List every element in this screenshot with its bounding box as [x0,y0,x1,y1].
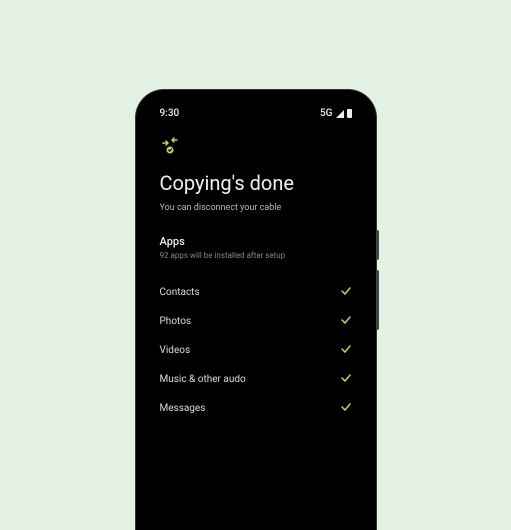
page-subtitle: You can disconnect your cable [160,203,352,213]
check-icon [340,315,352,328]
page-title: Copying's done [160,171,352,195]
status-bar: 9:30 5G [160,108,352,119]
battery-icon [347,109,352,118]
status-right: 5G [320,108,352,119]
check-icon [340,344,352,357]
check-icon [340,373,352,386]
signal-icon [336,110,344,118]
item-label: Messages [160,403,206,414]
list-item[interactable]: Messages [160,394,352,423]
check-icon [340,402,352,415]
list-item[interactable]: Contacts [160,278,352,307]
network-label: 5G [320,108,333,119]
screen: 9:30 5G Copying's done You can disconnec… [144,98,368,522]
apps-section-title: Apps [160,235,352,248]
check-icon [340,286,352,299]
item-label: Music & other audo [160,374,246,385]
sync-done-icon [160,137,352,159]
side-button [376,230,379,260]
phone-frame: 9:30 5G Copying's done You can disconnec… [136,90,376,530]
list-item[interactable]: Videos [160,336,352,365]
status-time: 9:30 [160,108,180,119]
side-button [376,270,379,330]
apps-section-subtitle: 92 apps will be installed after setup [160,251,352,260]
item-label: Contacts [160,287,200,298]
item-label: Photos [160,316,192,327]
list-item[interactable]: Photos [160,307,352,336]
item-label: Videos [160,345,191,356]
list-item[interactable]: Music & other audo [160,365,352,394]
